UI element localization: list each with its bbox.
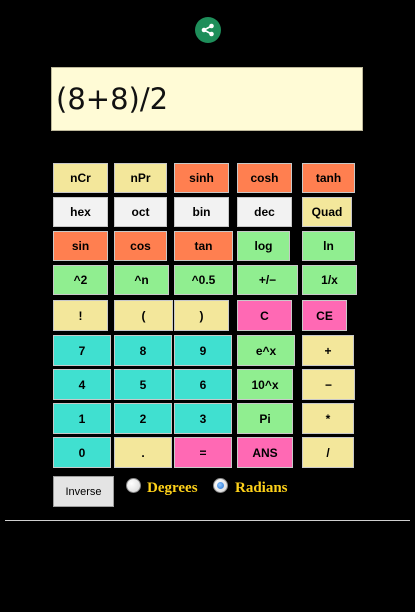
cos-button[interactable]: cos bbox=[114, 231, 167, 261]
sinh-button[interactable]: sinh bbox=[174, 163, 229, 193]
degrees-radio[interactable] bbox=[126, 478, 141, 493]
digit-5-button[interactable]: 5 bbox=[114, 369, 172, 400]
expression-display[interactable]: (8+8)/2 bbox=[51, 67, 363, 131]
clear-entry-button[interactable]: CE bbox=[302, 300, 347, 331]
quad-button[interactable]: Quad bbox=[302, 197, 352, 227]
negate-button[interactable]: +/− bbox=[237, 265, 298, 295]
digit-8-button[interactable]: 8 bbox=[114, 335, 172, 366]
pi-button[interactable]: Pi bbox=[237, 403, 293, 434]
factorial-button[interactable]: ! bbox=[53, 300, 108, 331]
ans-button[interactable]: ANS bbox=[237, 437, 293, 468]
reciprocal-button[interactable]: 1/x bbox=[302, 265, 357, 295]
hex-button[interactable]: hex bbox=[53, 197, 108, 227]
share-icon bbox=[201, 23, 214, 37]
equals-button[interactable]: = bbox=[174, 437, 232, 468]
ln-button[interactable]: ln bbox=[302, 231, 355, 261]
dec-button[interactable]: dec bbox=[237, 197, 292, 227]
radians-radio[interactable] bbox=[213, 478, 228, 493]
sin-button[interactable]: sin bbox=[53, 231, 108, 261]
exp-button[interactable]: e^x bbox=[237, 335, 295, 366]
digit-9-button[interactable]: 9 bbox=[174, 335, 232, 366]
tan-button[interactable]: tan bbox=[174, 231, 233, 261]
expression-text: (8+8)/2 bbox=[56, 82, 169, 116]
pow10-button[interactable]: 10^x bbox=[237, 369, 293, 400]
radians-label: Radians bbox=[235, 480, 288, 496]
log-button[interactable]: log bbox=[237, 231, 290, 261]
digit-3-button[interactable]: 3 bbox=[174, 403, 232, 434]
power-button[interactable]: ^n bbox=[114, 265, 169, 295]
bin-button[interactable]: bin bbox=[174, 197, 229, 227]
digit-1-button[interactable]: 1 bbox=[53, 403, 111, 434]
ncr-button[interactable]: nCr bbox=[53, 163, 108, 193]
clear-button[interactable]: C bbox=[237, 300, 292, 331]
digit-0-button[interactable]: 0 bbox=[53, 437, 111, 468]
decimal-button[interactable]: . bbox=[114, 437, 172, 468]
minus-button[interactable]: − bbox=[302, 369, 355, 400]
oct-button[interactable]: oct bbox=[114, 197, 167, 227]
digit-7-button[interactable]: 7 bbox=[53, 335, 111, 366]
tanh-button[interactable]: tanh bbox=[302, 163, 355, 193]
radio-selected-dot bbox=[217, 482, 224, 489]
digit-6-button[interactable]: 6 bbox=[174, 369, 232, 400]
sqrt-button[interactable]: ^0.5 bbox=[174, 265, 233, 295]
divide-button[interactable]: / bbox=[302, 437, 354, 468]
right-paren-button[interactable]: ) bbox=[174, 300, 229, 331]
digit-2-button[interactable]: 2 bbox=[114, 403, 172, 434]
npr-button[interactable]: nPr bbox=[114, 163, 167, 193]
digit-4-button[interactable]: 4 bbox=[53, 369, 111, 400]
share-button[interactable] bbox=[195, 17, 221, 43]
degrees-label: Degrees bbox=[147, 480, 198, 496]
multiply-button[interactable]: * bbox=[302, 403, 354, 434]
inverse-button[interactable]: Inverse bbox=[53, 476, 114, 507]
divider bbox=[5, 520, 410, 521]
square-button[interactable]: ^2 bbox=[53, 265, 108, 295]
left-paren-button[interactable]: ( bbox=[114, 300, 173, 331]
cosh-button[interactable]: cosh bbox=[237, 163, 292, 193]
plus-button[interactable]: + bbox=[302, 335, 354, 366]
